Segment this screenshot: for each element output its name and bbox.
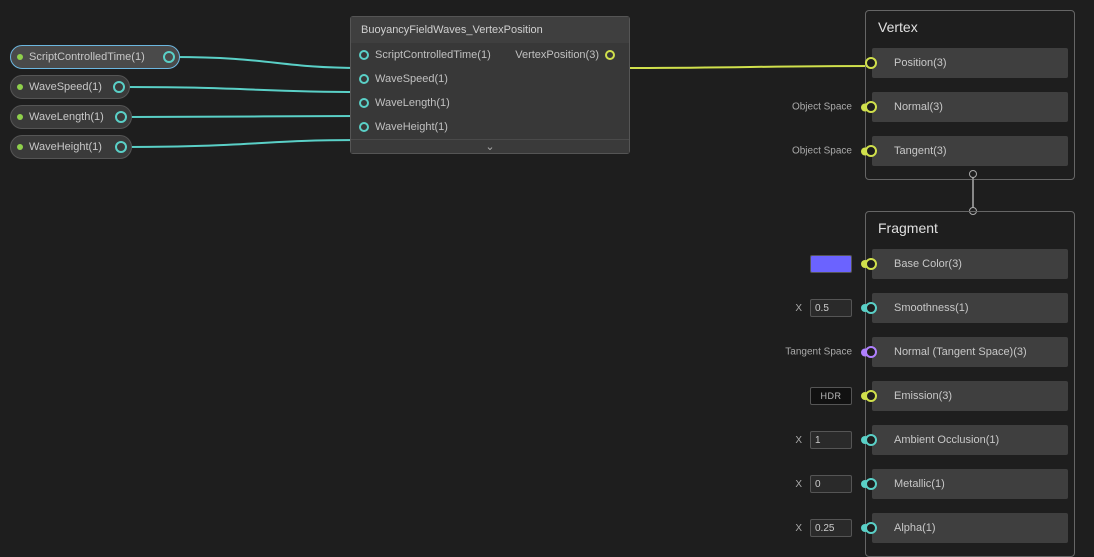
hdr-label: HDR bbox=[821, 391, 842, 401]
slot-port[interactable] bbox=[865, 101, 877, 113]
param-waveheight[interactable]: WaveHeight(1) bbox=[10, 135, 132, 159]
x-label: X bbox=[795, 303, 804, 314]
slot-port[interactable] bbox=[865, 145, 877, 157]
output-label: VertexPosition(3) bbox=[515, 49, 599, 61]
slot-port[interactable] bbox=[865, 390, 877, 402]
slot-alpha[interactable]: X Alpha(1) bbox=[872, 510, 1068, 546]
stack-connector bbox=[972, 174, 974, 211]
output-port[interactable] bbox=[115, 111, 127, 123]
input-port[interactable] bbox=[359, 74, 369, 84]
node-title: BuoyancyFieldWaves_VertexPosition bbox=[351, 17, 629, 43]
slot-port[interactable] bbox=[865, 478, 877, 490]
input-wavespeed[interactable]: WaveSpeed(1) bbox=[351, 67, 507, 91]
param-wavespeed[interactable]: WaveSpeed(1) bbox=[10, 75, 130, 99]
slot-port[interactable] bbox=[865, 434, 877, 446]
property-type-icon bbox=[17, 84, 23, 90]
param-label: WaveLength(1) bbox=[29, 111, 104, 123]
output-vertexposition[interactable]: VertexPosition(3) bbox=[507, 43, 629, 67]
property-type-icon bbox=[17, 144, 23, 150]
chevron-down-icon: ⌄ bbox=[485, 140, 494, 153]
number-field[interactable] bbox=[810, 431, 852, 449]
number-field[interactable] bbox=[810, 475, 852, 493]
input-label: WaveSpeed(1) bbox=[375, 73, 448, 85]
param-scriptcontrolledtime[interactable]: ScriptControlledTime(1) bbox=[10, 45, 180, 69]
slot-port[interactable] bbox=[865, 258, 877, 270]
master-title: Fragment bbox=[866, 212, 1074, 246]
input-label: ScriptControlledTime(1) bbox=[375, 49, 491, 61]
input-wavelength[interactable]: WaveLength(1) bbox=[351, 91, 507, 115]
number-field[interactable] bbox=[810, 299, 852, 317]
output-port[interactable] bbox=[113, 81, 125, 93]
slot-port[interactable] bbox=[865, 522, 877, 534]
slot-port[interactable] bbox=[865, 346, 877, 358]
param-wavelength[interactable]: WaveLength(1) bbox=[10, 105, 132, 129]
output-port[interactable] bbox=[115, 141, 127, 153]
slot-emission[interactable]: HDR Emission(3) bbox=[872, 378, 1068, 414]
master-fragment[interactable]: Fragment Base Color(3) X Smoothness(1) T… bbox=[865, 211, 1075, 557]
slot-tangent[interactable]: Object Space Tangent(3) bbox=[872, 133, 1068, 169]
input-port[interactable] bbox=[359, 50, 369, 60]
space-dropdown[interactable]: Object Space bbox=[792, 146, 852, 157]
space-dropdown[interactable]: Object Space bbox=[792, 102, 852, 113]
output-port[interactable] bbox=[605, 50, 615, 60]
input-label: WaveLength(1) bbox=[375, 97, 450, 109]
slot-label: Ambient Occlusion(1) bbox=[894, 434, 999, 446]
space-dropdown[interactable]: Tangent Space bbox=[785, 347, 852, 358]
slot-port[interactable] bbox=[865, 57, 877, 69]
x-label: X bbox=[795, 435, 804, 446]
input-label: WaveHeight(1) bbox=[375, 121, 448, 133]
shader-graph-canvas[interactable]: ScriptControlledTime(1) WaveSpeed(1) Wav… bbox=[0, 0, 1094, 553]
input-scriptcontrolledtime[interactable]: ScriptControlledTime(1) bbox=[351, 43, 507, 67]
slot-label: Emission(3) bbox=[894, 390, 952, 402]
input-waveheight[interactable]: WaveHeight(1) bbox=[351, 115, 507, 139]
input-port[interactable] bbox=[359, 122, 369, 132]
slot-ao[interactable]: X Ambient Occlusion(1) bbox=[872, 422, 1068, 458]
master-title: Vertex bbox=[866, 11, 1074, 45]
slot-port[interactable] bbox=[865, 302, 877, 314]
param-label: ScriptControlledTime(1) bbox=[29, 51, 145, 63]
slot-basecolor[interactable]: Base Color(3) bbox=[872, 246, 1068, 282]
output-port[interactable] bbox=[163, 51, 175, 63]
slot-label: Smoothness(1) bbox=[894, 302, 969, 314]
property-type-icon bbox=[17, 54, 23, 60]
property-type-icon bbox=[17, 114, 23, 120]
expand-node-button[interactable]: ⌄ bbox=[351, 139, 629, 153]
slot-position[interactable]: Position(3) bbox=[872, 45, 1068, 81]
slot-label: Normal (Tangent Space)(3) bbox=[894, 346, 1027, 358]
x-label: X bbox=[795, 479, 804, 490]
slot-label: Metallic(1) bbox=[894, 478, 945, 490]
x-label: X bbox=[795, 523, 804, 534]
slot-smoothness[interactable]: X Smoothness(1) bbox=[872, 290, 1068, 326]
slot-normal-tangent[interactable]: Tangent Space Normal (Tangent Space)(3) bbox=[872, 334, 1068, 370]
slot-label: Normal(3) bbox=[894, 101, 943, 113]
slot-label: Alpha(1) bbox=[894, 522, 936, 534]
slot-metallic[interactable]: X Metallic(1) bbox=[872, 466, 1068, 502]
connector-cap-top bbox=[969, 170, 977, 178]
slot-label: Tangent(3) bbox=[894, 145, 947, 157]
slot-normal[interactable]: Object Space Normal(3) bbox=[872, 89, 1068, 125]
color-swatch[interactable] bbox=[810, 255, 852, 273]
hdr-swatch[interactable]: HDR bbox=[810, 387, 852, 405]
slot-label: Position(3) bbox=[894, 57, 947, 69]
param-label: WaveSpeed(1) bbox=[29, 81, 102, 93]
slot-label: Base Color(3) bbox=[894, 258, 962, 270]
node-buoyancyfieldwaves[interactable]: BuoyancyFieldWaves_VertexPosition Script… bbox=[350, 16, 630, 154]
master-vertex[interactable]: Vertex Position(3) Object Space Normal(3… bbox=[865, 10, 1075, 180]
param-label: WaveHeight(1) bbox=[29, 141, 102, 153]
number-field[interactable] bbox=[810, 519, 852, 537]
input-port[interactable] bbox=[359, 98, 369, 108]
